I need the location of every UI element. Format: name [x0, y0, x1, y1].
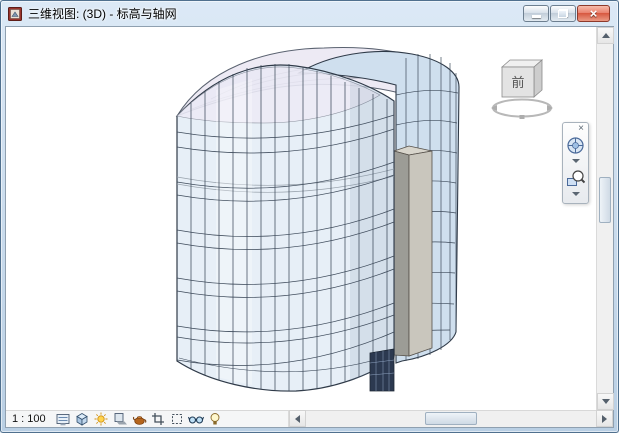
- arrow-up-icon: [602, 33, 610, 38]
- crop-view-icon: [151, 412, 165, 426]
- temporary-hide-isolate-button[interactable]: [188, 412, 205, 427]
- sun-path-button[interactable]: [93, 412, 110, 427]
- scroll-up-button[interactable]: [597, 27, 614, 44]
- arrow-down-icon: [602, 399, 610, 404]
- viewcube-compass-ring[interactable]: [493, 100, 551, 117]
- bottom-bar: 1 : 100: [6, 410, 613, 427]
- revit-view-window: 三维视图: (3D) - 标高与轴网 ×: [0, 0, 619, 433]
- glasses-icon: [188, 413, 204, 425]
- show-crop-region-button[interactable]: [169, 412, 186, 427]
- zoom-menu-chevron-icon[interactable]: [572, 192, 580, 196]
- zoom-region-button[interactable]: [564, 167, 587, 190]
- crop-region-icon: [170, 412, 184, 426]
- restore-button[interactable]: [550, 5, 576, 22]
- view-document-icon[interactable]: [7, 6, 23, 22]
- shadows-button[interactable]: [112, 412, 129, 427]
- detail-level-icon: [56, 413, 70, 426]
- arrow-right-icon: [602, 415, 607, 423]
- compass-south-tick[interactable]: [520, 115, 525, 119]
- visual-style-icon: [75, 412, 89, 426]
- wheel-menu-chevron-icon[interactable]: [572, 159, 580, 163]
- close-icon: ×: [590, 7, 598, 20]
- vertical-scrollbar[interactable]: [596, 27, 613, 410]
- detail-level-button[interactable]: [55, 412, 72, 427]
- crop-view-button[interactable]: [150, 412, 167, 427]
- navbar-close-icon[interactable]: ×: [574, 124, 588, 134]
- reveal-hidden-elements-button[interactable]: [207, 412, 224, 427]
- close-button[interactable]: ×: [577, 5, 610, 22]
- view-control-bar: 1 : 100: [6, 411, 288, 427]
- minimize-icon: [532, 15, 541, 18]
- scroll-down-button[interactable]: [597, 393, 614, 410]
- titlebar[interactable]: 三维视图: (3D) - 标高与轴网 ×: [1, 1, 618, 26]
- lightbulb-icon: [209, 412, 221, 426]
- zoom-region-icon: [566, 169, 585, 188]
- viewcube[interactable]: 前: [490, 53, 570, 127]
- shadows-icon: [113, 412, 128, 426]
- steering-wheel-button[interactable]: [564, 134, 587, 157]
- 3d-view-canvas[interactable]: 前 ×: [6, 27, 596, 410]
- scale-button[interactable]: 1 : 100: [12, 413, 46, 425]
- view-client-area: 前 ×: [5, 26, 614, 428]
- vertical-scroll-thumb[interactable]: [599, 177, 611, 223]
- steering-wheel-icon: [566, 136, 585, 155]
- horizontal-scroll-thumb[interactable]: [425, 412, 477, 425]
- window-title: 三维视图: (3D) - 标高与轴网: [28, 5, 518, 22]
- viewcube-front-label[interactable]: 前: [511, 75, 524, 91]
- sun-path-icon: [94, 412, 108, 426]
- scroll-right-button[interactable]: [596, 410, 613, 427]
- visual-style-button[interactable]: [74, 412, 91, 427]
- restore-icon: [558, 9, 568, 18]
- minimize-button[interactable]: [523, 5, 549, 22]
- arrow-left-icon: [295, 415, 300, 423]
- show-rendering-dialog-button[interactable]: [131, 412, 148, 427]
- scroll-left-button[interactable]: [289, 410, 306, 427]
- navigation-bar: ×: [562, 122, 589, 204]
- horizontal-scrollbar[interactable]: [288, 411, 613, 427]
- window-controls: ×: [523, 5, 610, 22]
- rendering-teapot-icon: [132, 413, 147, 426]
